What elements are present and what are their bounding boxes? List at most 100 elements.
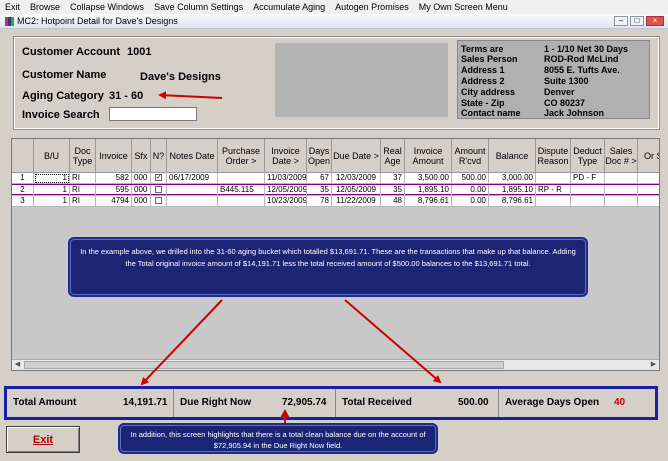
maximize-button[interactable]: □: [630, 16, 644, 26]
col-dispute-reason[interactable]: Dispute Reason: [536, 139, 571, 173]
menu-my-own-screen[interactable]: My Own Screen Menu: [414, 2, 513, 12]
row-number: 1: [12, 173, 34, 184]
close-button[interactable]: ×: [646, 16, 664, 26]
exit-button[interactable]: Exit: [6, 426, 80, 453]
invoice-cell: 4794: [96, 196, 132, 207]
menu-collapse-windows[interactable]: Collapse Windows: [65, 2, 149, 12]
bu-cell[interactable]: 1: [34, 185, 70, 196]
col-notes-flag[interactable]: N?: [151, 139, 167, 173]
col-due-date[interactable]: Due Date >: [332, 139, 381, 173]
average-days-value: 40: [614, 397, 626, 408]
balance-cell: 8,796.61: [489, 196, 536, 207]
col-doc-type[interactable]: Doc Type: [70, 139, 96, 173]
total-amount-label: Total Amount: [13, 397, 77, 408]
sfx-cell: 000: [132, 196, 151, 207]
invoice-date-cell: 10/23/2009: [265, 196, 307, 207]
contact-name-label: Contact name: [461, 108, 521, 118]
col-balance[interactable]: Balance: [489, 139, 536, 173]
invoice-search-label: Invoice Search: [22, 109, 100, 121]
sales-person-value: ROD-Rod McLind: [544, 54, 619, 64]
horizontal-scrollbar[interactable]: ◀ ▶: [12, 359, 659, 370]
address2-label: Address 2: [461, 76, 505, 86]
table-row[interactable]: 2 1 RI 595 000 B445.115 12/05/2009 35 12…: [12, 184, 659, 196]
col-sfx[interactable]: Sfx: [132, 139, 151, 173]
days-open-cell: 78: [307, 196, 332, 207]
minimize-button[interactable]: –: [614, 16, 628, 26]
notes-flag-cell[interactable]: [151, 196, 167, 207]
sales-doc-cell: [605, 185, 638, 196]
notes-date-cell: [167, 185, 218, 196]
row-number: 3: [12, 196, 34, 207]
sales-doc-cell: [605, 196, 638, 207]
col-invoice[interactable]: Invoice: [96, 139, 132, 173]
bu-cell[interactable]: 1: [34, 173, 70, 184]
notes-checkbox[interactable]: [155, 186, 162, 194]
col-invoice-amount[interactable]: Invoice Amount: [405, 139, 452, 173]
terms-value: 1 - 1/10 Net 30 Days: [544, 44, 629, 54]
total-received-section: Total Received 500.00: [336, 389, 499, 417]
table-row[interactable]: 3 1 RI 4794 000 10/23/2009 78 11/22/2009…: [12, 196, 659, 207]
col-notes-date[interactable]: Notes Date: [167, 139, 218, 173]
col-purchase-order[interactable]: Purchase Order >: [218, 139, 265, 173]
menu-save-column-settings[interactable]: Save Column Settings: [149, 2, 248, 12]
bu-cell[interactable]: 1: [34, 196, 70, 207]
due-right-now-section: Due Right Now 72,905.74: [174, 389, 336, 417]
menu-autogen-promises[interactable]: Autogen Promises: [330, 2, 414, 12]
sfx-cell: 000: [132, 173, 151, 184]
po-cell: [218, 196, 265, 207]
doc-type-cell: RI: [70, 185, 96, 196]
notes-date-cell: 06/17/2009: [167, 173, 218, 184]
col-bu[interactable]: B/U: [34, 139, 70, 173]
col-amount-rcvd[interactable]: Amount R'cvd: [452, 139, 489, 173]
col-days-open[interactable]: Days Open: [307, 139, 332, 173]
col-real-age[interactable]: Real Age: [381, 139, 405, 173]
dispute-reason-cell: [536, 196, 571, 207]
explanation-callout: In the example above, we drilled into th…: [68, 237, 588, 297]
notes-checkbox[interactable]: [155, 197, 162, 205]
or-st-cell: [638, 173, 659, 184]
contact-name-value: Jack Johnson: [544, 108, 605, 118]
state-zip-label: State - Zip: [461, 98, 505, 108]
notes-flag-cell[interactable]: ✓: [151, 173, 167, 184]
balance-cell: 1,895.10: [489, 185, 536, 196]
invoice-search-input[interactable]: [109, 107, 197, 121]
col-invoice-date[interactable]: Invoice Date >: [265, 139, 307, 173]
days-open-cell: 35: [307, 185, 332, 196]
deduct-type-cell: [571, 185, 605, 196]
real-age-cell: 48: [381, 196, 405, 207]
due-date-cell: 12/03/2009: [332, 173, 381, 184]
sales-doc-cell: [605, 173, 638, 184]
days-open-cell: 67: [307, 173, 332, 184]
dispute-reason-cell: RP - R: [536, 185, 571, 196]
average-days-section: Average Days Open 40: [499, 389, 655, 417]
scroll-right-icon[interactable]: ▶: [648, 360, 659, 370]
doc-type-cell: RI: [70, 173, 96, 184]
scroll-left-icon[interactable]: ◀: [12, 360, 23, 370]
aging-category-label: Aging Category: [22, 90, 104, 102]
col-deduct-type[interactable]: Deduct Type: [571, 139, 605, 173]
col-sales-doc[interactable]: Sales Doc # >: [605, 139, 638, 173]
address1-label: Address 1: [461, 65, 505, 75]
po-cell: B445.115: [218, 185, 265, 196]
invoice-cell: 582: [96, 173, 132, 184]
invoice-amount-cell: 8,796.61: [405, 196, 452, 207]
menu-exit[interactable]: Exit: [0, 2, 25, 12]
address1-value: 8055 E. Tufts Ave.: [544, 65, 620, 75]
customer-account-label: Customer Account: [22, 46, 120, 58]
menu-browse[interactable]: Browse: [25, 2, 65, 12]
notes-flag-cell[interactable]: [151, 185, 167, 196]
col-or-st[interactable]: Or St: [638, 139, 659, 173]
window-title: MC2: Hotpoint Detail for Dave's Designs: [17, 16, 178, 26]
due-date-cell: 12/05/2009: [332, 185, 381, 196]
window-titlebar: MC2: Hotpoint Detail for Dave's Designs …: [0, 14, 668, 29]
sfx-cell: 000: [132, 185, 151, 196]
invoice-amount-cell: 1,895.10: [405, 185, 452, 196]
table-row[interactable]: 1 1 RI 582 000 ✓ 06/17/2009 11/03/2009 6…: [12, 173, 659, 184]
deduct-type-cell: [571, 196, 605, 207]
or-st-cell: [638, 185, 659, 196]
scroll-thumb[interactable]: [24, 361, 504, 369]
balance-cell: 3,000.00: [489, 173, 536, 184]
total-received-label: Total Received: [342, 397, 412, 408]
menu-accumulate-aging[interactable]: Accumulate Aging: [248, 2, 330, 12]
notes-checkbox[interactable]: ✓: [155, 174, 162, 182]
